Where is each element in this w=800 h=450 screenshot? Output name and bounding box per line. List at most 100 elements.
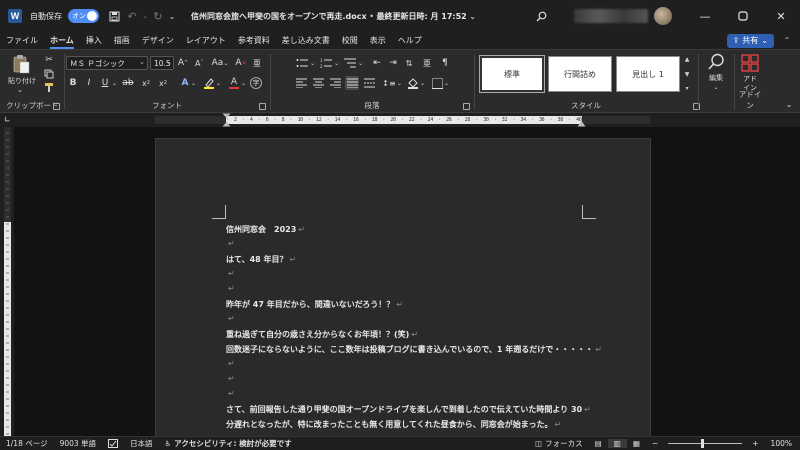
redo-icon[interactable]: ↻ — [149, 7, 167, 25]
tab-selector-icon[interactable]: ∟ — [4, 115, 14, 125]
align-center-icon[interactable] — [311, 76, 325, 90]
document-page[interactable]: 信州同窓会 2023 ↵ ↵ はて、48 年目？ ↵ ↵ ↵ 昨年が 47 年目だから、間違い… — [155, 138, 651, 436]
tab-help[interactable]: ヘルプ — [392, 32, 428, 49]
focus-mode[interactable]: ◫ フォーカス — [529, 438, 589, 449]
word-count[interactable]: 9003 単語 — [54, 438, 102, 449]
highlight-icon[interactable] — [202, 76, 216, 90]
document-canvas[interactable]: 信州同窓会 2023 ↵ ↵ はて、48 年目？ ↵ ↵ ↵ 昨年が 47 年目だから、間違い… — [14, 127, 800, 436]
share-button[interactable]: ⇪ 共有 ⌄ — [726, 33, 774, 48]
change-case-button[interactable]: Aa ⌄ — [209, 56, 231, 70]
bold-button[interactable]: B — [66, 76, 80, 90]
undo-dropdown-icon[interactable]: ⌄ — [141, 7, 149, 25]
empty-paragraph[interactable]: ↵ — [226, 314, 235, 323]
phonetic-guide-icon[interactable]: 亜 — [250, 56, 264, 70]
paragraph[interactable]: 昨年が 47 年目だから、間違いないだろう！？ ↵ — [226, 299, 403, 310]
editing-dropdown-icon[interactable]: ⌄ — [711, 83, 721, 91]
tab-references[interactable]: 参考資料 — [232, 32, 276, 49]
horizontal-ruler[interactable]: ∟ · 2 · 4 · 6 · 8 · 10 · 12 · 14 · 16 · 18 · 20 · 22 · 24 · 26 · 28… — [0, 113, 800, 127]
find-icon[interactable] — [706, 52, 726, 72]
shading-dropdown-icon[interactable]: ⌄ — [419, 76, 426, 90]
font-color-dropdown-icon[interactable]: ⌄ — [240, 76, 247, 90]
tab-view[interactable]: 表示 — [364, 32, 392, 49]
web-layout-icon[interactable]: ▦ — [627, 439, 646, 448]
styles-scroller[interactable]: ▲ ▼ ▾ — [683, 56, 691, 92]
vertical-ruler[interactable] — [0, 127, 14, 436]
ribbon-collapse-icon[interactable]: ⌃ — [780, 34, 794, 48]
underline-button[interactable]: U — [98, 76, 112, 90]
paragraph[interactable]: 回数迷子にならないように、ここ数年は投稿ブログに書き込んでいるので、1 年遡るだ… — [226, 344, 602, 355]
paragraph[interactable]: さて、前回報告した通り甲斐の国オープンドライブを楽しんで到着したので伝えていた時… — [226, 404, 591, 415]
cut-icon[interactable]: ✂ — [42, 53, 56, 66]
asian-layout-icon[interactable]: 亜 — [420, 56, 434, 70]
bullets-dropdown-icon[interactable]: ⌄ — [309, 56, 316, 70]
editing-button[interactable]: 編集 — [700, 73, 732, 83]
distributed-icon[interactable] — [362, 76, 376, 90]
paragraph[interactable]: 信州同窓会 2023 ↵ — [226, 224, 305, 235]
undo-icon[interactable]: ↶ — [123, 7, 141, 25]
text-effects-dropdown-icon[interactable]: ⌄ — [190, 76, 197, 90]
numbering-dropdown-icon[interactable]: ⌄ — [333, 56, 340, 70]
account-name[interactable] — [574, 9, 648, 23]
style-heading-1[interactable]: 見出し 1 — [616, 56, 680, 92]
align-right-icon[interactable] — [328, 76, 342, 90]
borders-dropdown-icon[interactable]: ⌄ — [443, 76, 450, 90]
font-launcher-icon[interactable] — [259, 103, 266, 110]
print-layout-icon[interactable]: ▥ — [607, 439, 627, 448]
right-indent-marker-icon[interactable] — [577, 119, 586, 127]
paragraph[interactable]: 重ね過ぎて自分の歳さえ分からなくお年頃！？(笑) ↵ — [226, 329, 418, 340]
subscript-button[interactable]: x2 — [139, 76, 153, 90]
shading-icon[interactable] — [406, 76, 420, 90]
paste-button[interactable]: 貼り付け — [4, 76, 40, 86]
zoom-out-icon[interactable]: − — [646, 439, 664, 448]
font-color-icon[interactable]: A — [227, 76, 241, 90]
empty-paragraph[interactable]: ↵ — [226, 389, 235, 398]
read-mode-icon[interactable]: ▤ — [589, 439, 608, 448]
indent-marker-icon[interactable] — [222, 113, 231, 127]
tab-review[interactable]: 校閲 — [336, 32, 364, 49]
zoom-level[interactable]: 100% — [765, 439, 800, 448]
enclose-character-icon[interactable]: 字 — [250, 77, 262, 89]
clear-format-icon[interactable]: A ✕ — [234, 56, 248, 70]
autosave-toggle[interactable]: オン — [68, 9, 99, 23]
format-painter-icon[interactable] — [42, 81, 56, 94]
customize-qat-icon[interactable]: ⌄ — [167, 7, 177, 25]
paste-dropdown-icon[interactable]: ⌄ — [15, 86, 25, 94]
style-normal[interactable]: 標準 — [479, 55, 545, 93]
paragraph[interactable]: 分遅れとなったが、特に改まったことも無く用意してくれた昼食から、同窓会が始まった… — [226, 419, 561, 430]
tab-insert[interactable]: 挿入 — [80, 32, 108, 49]
empty-paragraph[interactable]: ↵ — [226, 239, 235, 248]
save-icon[interactable] — [105, 7, 123, 25]
bullets-icon[interactable] — [294, 56, 310, 70]
addins-icon[interactable] — [740, 53, 760, 73]
language[interactable]: 日本語 — [124, 438, 159, 449]
restore-icon[interactable] — [724, 0, 762, 32]
tab-file[interactable]: ファイル — [0, 32, 44, 49]
avatar[interactable] — [654, 7, 672, 25]
decrease-indent-icon[interactable]: ⇤ — [370, 56, 384, 70]
superscript-button[interactable]: x2 — [156, 76, 170, 90]
chevron-up-icon[interactable]: ▲ — [685, 56, 690, 63]
tab-mailings[interactable]: 差し込み文書 — [276, 32, 336, 49]
paragraph-launcher-icon[interactable] — [463, 103, 470, 110]
paragraph[interactable]: はて、48 年目？ ↵ — [226, 254, 296, 265]
strikethrough-button[interactable]: ab — [121, 76, 135, 90]
tab-layout[interactable]: レイアウト — [180, 32, 232, 49]
tab-home[interactable]: ホーム — [44, 32, 80, 49]
increase-indent-icon[interactable]: ⇥ — [386, 56, 400, 70]
styles-more-icon[interactable]: ▾ — [685, 85, 688, 92]
line-spacing-icon[interactable]: ↕≡ — [382, 76, 396, 90]
font-size-select[interactable]: 10.5 ⌄ — [150, 56, 174, 70]
justify-icon[interactable] — [345, 76, 359, 90]
empty-paragraph[interactable]: ↵ — [226, 269, 235, 278]
close-icon[interactable]: ✕ — [762, 0, 800, 32]
paste-icon[interactable] — [10, 54, 32, 74]
align-left-icon[interactable] — [294, 76, 308, 90]
empty-paragraph[interactable]: ↵ — [226, 359, 235, 368]
search-icon[interactable] — [532, 7, 550, 25]
zoom-thumb[interactable] — [701, 439, 705, 448]
italic-button[interactable]: I — [82, 76, 96, 90]
clipboard-launcher-icon[interactable] — [53, 103, 60, 110]
copy-icon[interactable] — [42, 67, 56, 80]
ribbon-collapse-icon[interactable]: ⌄ — [782, 98, 796, 110]
proofing-icon[interactable] — [102, 439, 124, 448]
